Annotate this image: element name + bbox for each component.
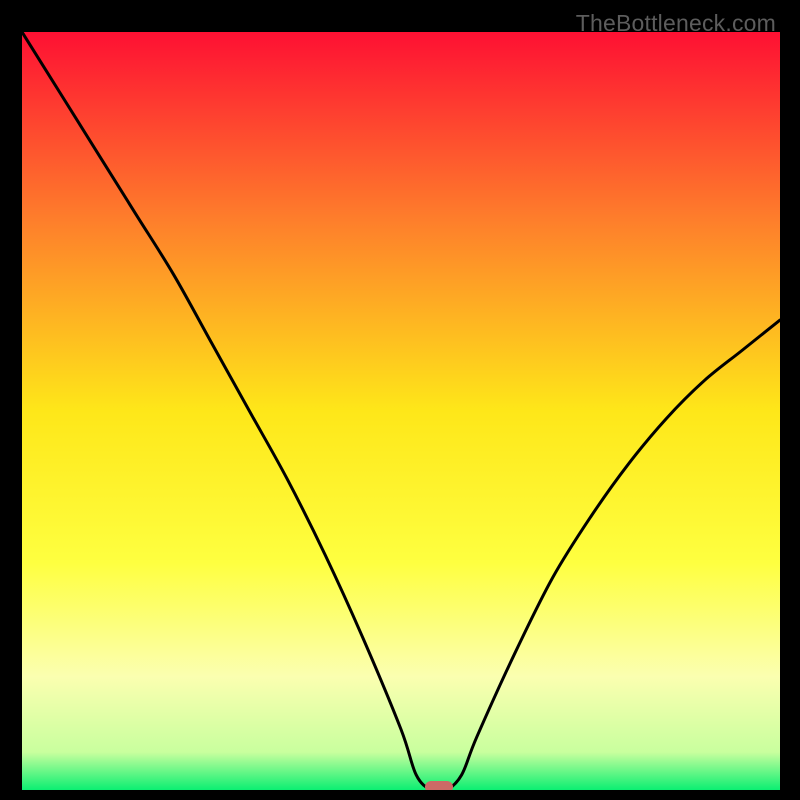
gradient-background bbox=[22, 32, 780, 790]
optimal-marker bbox=[425, 781, 453, 790]
chart-plot-area bbox=[22, 32, 780, 790]
watermark-text: TheBottleneck.com bbox=[576, 10, 776, 37]
chart-frame: TheBottleneck.com bbox=[10, 10, 790, 790]
bottleneck-chart bbox=[22, 32, 780, 790]
